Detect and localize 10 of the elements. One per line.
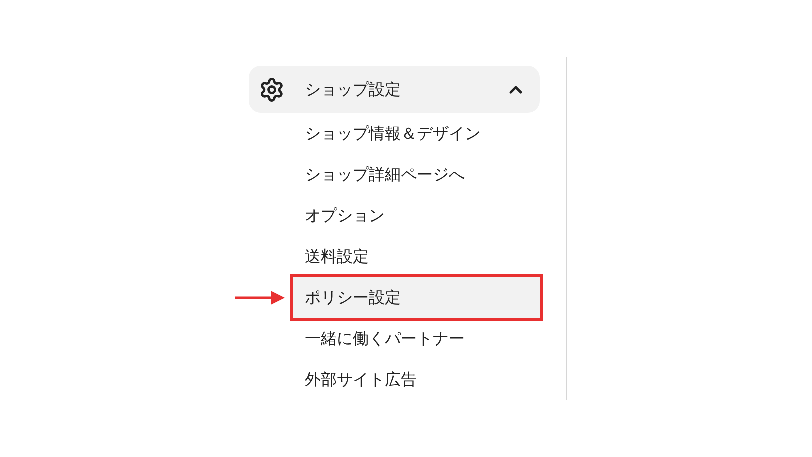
menu-item[interactable]: ポリシー設定 bbox=[293, 277, 540, 318]
menu-item[interactable]: 一緒に働くパートナー bbox=[293, 318, 540, 359]
section-title: ショップ設定 bbox=[305, 78, 402, 100]
menu-item[interactable]: ショップ詳細ページへ bbox=[293, 154, 540, 195]
menu-item[interactable]: ショップ情報＆デザイン bbox=[293, 113, 540, 154]
settings-icon bbox=[259, 76, 285, 102]
menu-item[interactable]: 送料設定 bbox=[293, 236, 540, 277]
menu-item[interactable]: 外部サイト広告 bbox=[293, 359, 540, 400]
section-header[interactable]: ショップ設定 bbox=[249, 66, 540, 113]
menu-item[interactable]: オプション bbox=[293, 195, 540, 236]
